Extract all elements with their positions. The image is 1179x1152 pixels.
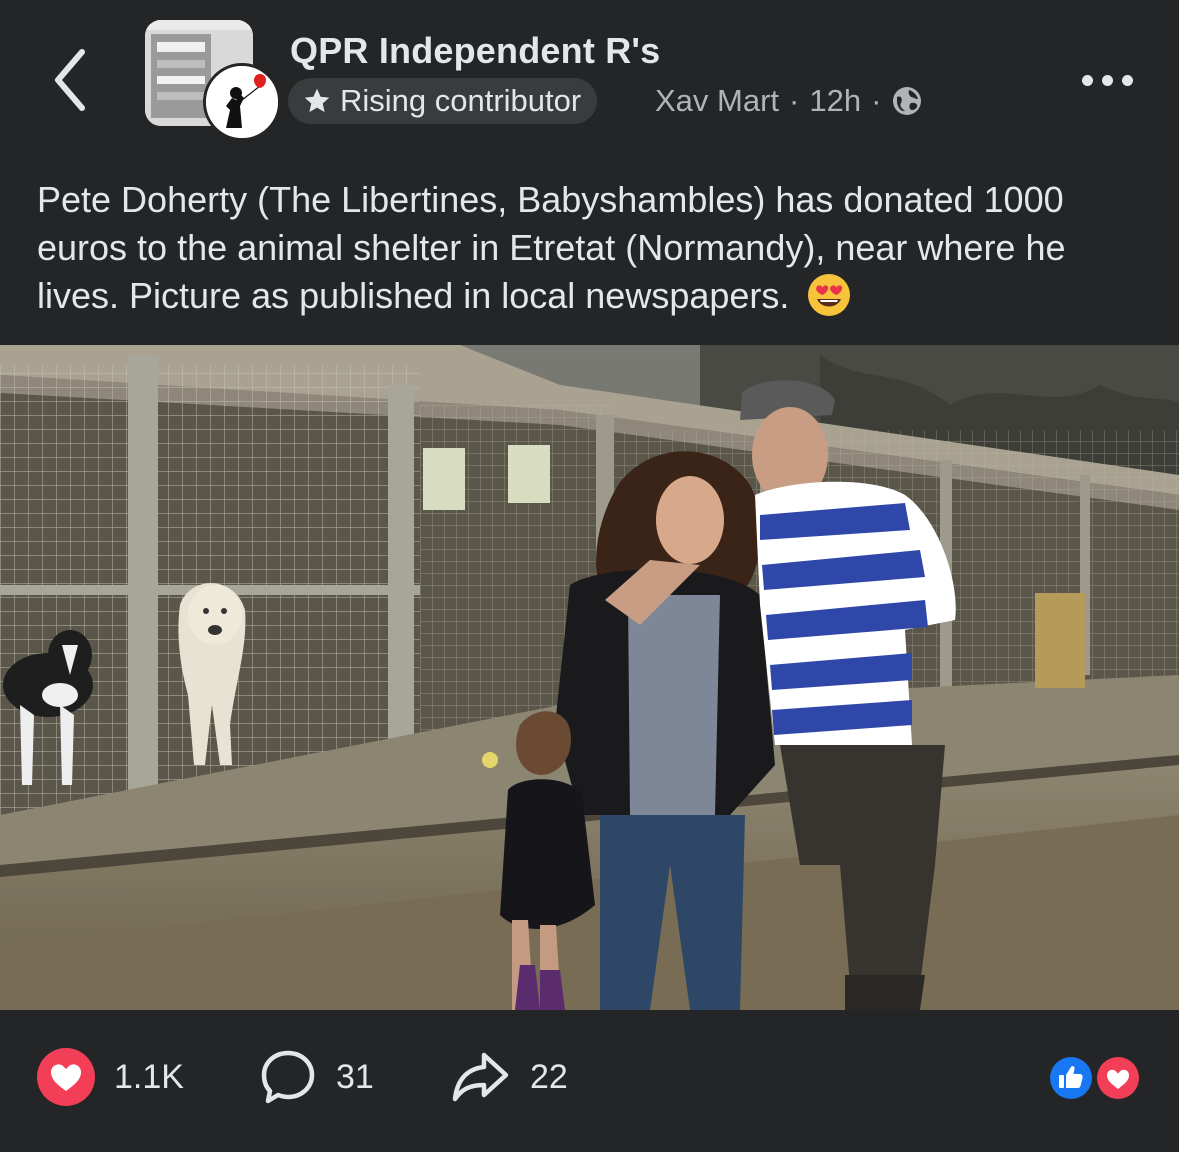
post-meta: Xav Mart · 12h · <box>655 80 923 122</box>
back-button[interactable] <box>40 40 100 120</box>
share-button[interactable]: 22 <box>450 1042 568 1112</box>
avatar-stack[interactable] <box>145 20 281 141</box>
reactions-count: 1.1K <box>114 1057 184 1096</box>
comments-count: 31 <box>336 1057 374 1096</box>
shares-count: 22 <box>530 1057 568 1096</box>
more-dots-icon <box>1081 74 1093 86</box>
post-screen: QPR Independent R's Rising contributor X… <box>0 0 1179 1152</box>
author-name[interactable]: Xav Mart <box>655 83 779 119</box>
love-icon <box>1094 1054 1142 1102</box>
badge-label: Rising contributor <box>340 83 582 118</box>
like-button[interactable]: 1.1K <box>36 1042 184 1112</box>
share-icon <box>452 1052 509 1102</box>
chevron-left-icon <box>55 49 85 111</box>
post-photo[interactable] <box>0 345 1179 1010</box>
post-header: QPR Independent R's Rising contributor X… <box>0 0 1179 150</box>
reaction-summary[interactable] <box>1045 1053 1145 1103</box>
meta-separator: · <box>789 83 800 118</box>
more-dot <box>1101 74 1113 86</box>
comment-icon <box>261 1050 315 1104</box>
user-avatar[interactable] <box>203 63 281 141</box>
meta-separator-2: · <box>871 83 882 118</box>
post-text: Pete Doherty (The Libertines, Babyshambl… <box>37 179 1066 316</box>
more-options-button[interactable] <box>1072 60 1142 100</box>
post-body: Pete Doherty (The Libertines, Babyshambl… <box>37 176 1147 320</box>
more-dot <box>1121 74 1133 86</box>
post-time[interactable]: 12h <box>809 83 861 119</box>
heart-eyes-emoji <box>808 274 851 316</box>
love-reaction-icon <box>37 1048 95 1106</box>
globe-icon <box>893 87 922 115</box>
comment-button[interactable]: 31 <box>258 1042 374 1112</box>
group-name[interactable]: QPR Independent R's <box>290 30 660 72</box>
like-icon <box>1047 1054 1095 1102</box>
star-icon <box>304 88 330 113</box>
rising-contributor-badge[interactable]: Rising contributor <box>288 78 598 124</box>
